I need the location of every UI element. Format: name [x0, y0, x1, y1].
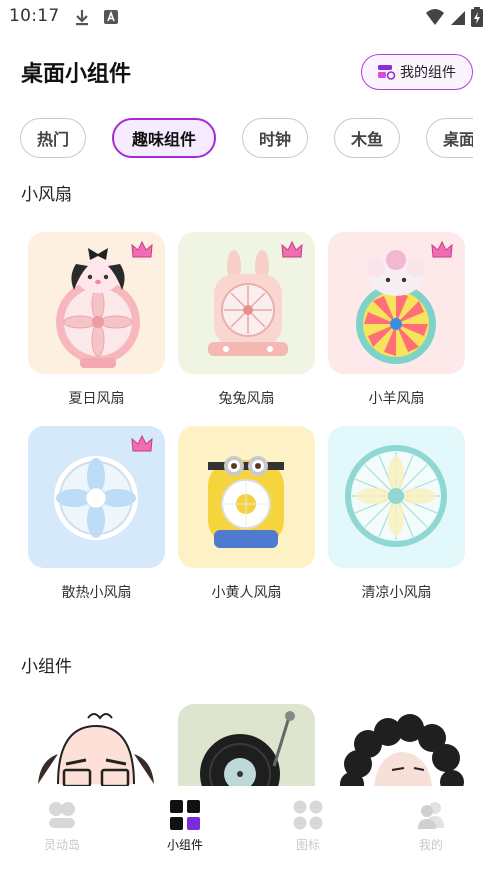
crown-icon — [131, 434, 153, 452]
widget-card-bald-man[interactable] — [28, 704, 165, 786]
crown-icon — [431, 240, 453, 258]
nav-widgets[interactable]: 小组件 — [145, 800, 225, 853]
download-icon — [76, 10, 88, 26]
nav-mine[interactable]: 我的 — [391, 800, 471, 853]
status-time: 10:17 — [9, 6, 60, 26]
fan-card-summer[interactable] — [28, 232, 165, 374]
curly-hair-widget-image — [340, 714, 464, 786]
widget-card-record[interactable] — [178, 704, 315, 786]
section-title-widgets: 小组件 — [21, 657, 72, 677]
record-player-widget-image — [200, 711, 295, 786]
user-profile-icon — [418, 802, 444, 829]
app-a-icon — [104, 10, 118, 24]
fan-label-sheep: 小羊风扇 — [368, 391, 425, 407]
nav-label: 灵动岛 — [43, 838, 80, 852]
page-title: 桌面小组件 — [21, 62, 132, 87]
nav-label: 小组件 — [166, 838, 203, 852]
wifi-icon — [426, 9, 444, 25]
category-tabs: 热门 趣味组件 时钟 木鱼 桌面 — [0, 118, 473, 160]
nav-label: 图标 — [295, 838, 320, 852]
fan-card-rabbit[interactable] — [178, 232, 315, 374]
nav-dynamic-island[interactable]: 灵动岛 — [22, 800, 102, 853]
my-widgets-button[interactable]: 我的组件 — [361, 54, 473, 90]
tab-clock[interactable]: 时钟 — [242, 118, 308, 158]
my-widgets-label: 我的组件 — [400, 65, 456, 81]
fan-label-rabbit: 兔兔风扇 — [218, 391, 275, 407]
fan-card-sheep[interactable] — [328, 232, 465, 374]
battery-icon — [471, 7, 483, 27]
fan-label-cooling: 散热小风扇 — [61, 585, 132, 601]
status-bar: 10:17 — [0, 0, 493, 36]
cool-fan-image — [345, 445, 447, 547]
crown-icon — [131, 240, 153, 258]
section-title-fans: 小风扇 — [21, 185, 72, 205]
fan-card-minion[interactable] — [178, 426, 315, 568]
nav-label: 我的 — [418, 838, 443, 852]
icons-grid-icon — [293, 800, 323, 830]
tab-fun-widgets[interactable]: 趣味组件 — [112, 118, 216, 158]
widget-card-curly-hair[interactable] — [328, 704, 465, 786]
fan-label-cool: 清凉小风扇 — [361, 585, 432, 601]
minion-fan-image — [208, 456, 284, 548]
tab-hot[interactable]: 热门 — [20, 118, 86, 158]
fan-label-summer: 夏日风扇 — [68, 391, 125, 407]
fan-card-cooling[interactable] — [28, 426, 165, 568]
bald-man-widget-image — [38, 713, 154, 786]
crown-icon — [281, 240, 303, 258]
nav-icons[interactable]: 图标 — [268, 800, 348, 853]
my-widgets-icon — [378, 65, 396, 80]
fan-label-minion: 小黄人风扇 — [211, 585, 282, 601]
status-icons — [425, 7, 483, 27]
signal-icon — [451, 11, 465, 25]
fan-card-cool[interactable] — [328, 426, 465, 568]
dynamic-island-icon — [49, 802, 75, 828]
tab-desktop[interactable]: 桌面 — [426, 118, 473, 158]
bottom-nav: 灵动岛 小组件 图标 我的 — [0, 786, 493, 878]
widgets-grid-icon — [170, 800, 200, 830]
tab-wooden-fish[interactable]: 木鱼 — [334, 118, 400, 158]
